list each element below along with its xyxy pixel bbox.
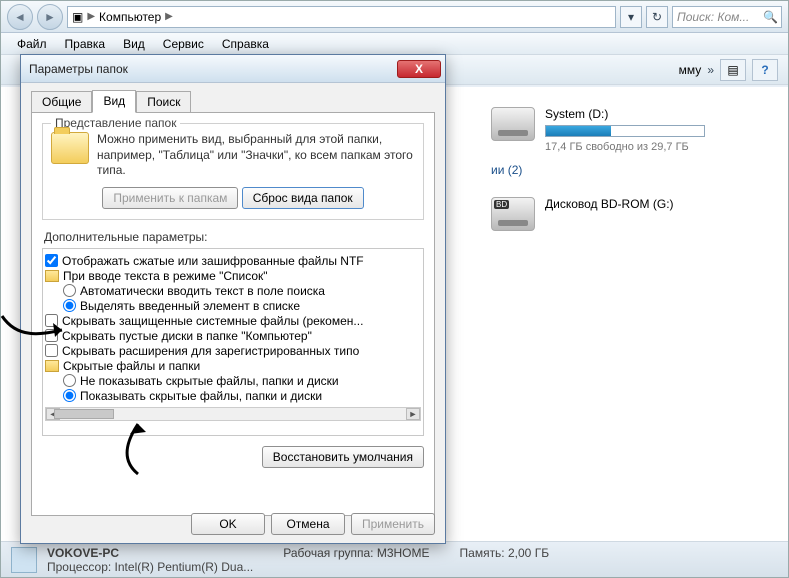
dialog-tabs: Общие Вид Поиск — [21, 83, 445, 112]
setting-label: Скрывать защищенные системные файлы (рек… — [62, 314, 363, 328]
setting-list-typing-select[interactable]: Выделять введенный элемент в списке — [45, 299, 421, 313]
setting-hide-extensions[interactable]: Скрывать расширения для зарегистрированн… — [45, 344, 421, 358]
scroll-right-button[interactable]: ► — [406, 408, 420, 420]
memory-line: Память: 2,00 ГБ — [460, 546, 550, 560]
chevron-right-icon: ▶ — [87, 11, 95, 22]
radio[interactable] — [63, 389, 76, 402]
details-pane: VOKOVE-PC Процессор: Intel(R) Pentium(R)… — [1, 541, 788, 577]
menu-view[interactable]: Вид — [115, 35, 153, 53]
bd-badge: BD — [494, 200, 509, 209]
tab-view[interactable]: Вид — [92, 90, 136, 113]
menu-file[interactable]: Файл — [9, 35, 55, 53]
checkbox[interactable] — [45, 344, 58, 357]
setting-label: При вводе текста в режиме "Список" — [63, 269, 268, 283]
setting-hidden-show[interactable]: Показывать скрытые файлы, папки и диски — [45, 389, 421, 403]
radio[interactable] — [63, 299, 76, 312]
setting-hidden-dont-show[interactable]: Не показывать скрытые файлы, папки и дис… — [45, 374, 421, 388]
menu-tools[interactable]: Сервис — [155, 35, 212, 53]
computer-icon: ▣ — [72, 10, 83, 24]
scroll-thumb[interactable] — [54, 409, 114, 419]
truncated-command-text: мму — [679, 63, 702, 77]
menu-bar: Файл Правка Вид Сервис Справка — [1, 33, 788, 55]
chevron-right-icon: ▶ — [165, 11, 173, 22]
search-input[interactable]: Поиск: Ком... 🔍 — [672, 6, 782, 28]
advanced-settings-label: Дополнительные параметры: — [44, 230, 424, 244]
tab-search[interactable]: Поиск — [136, 91, 191, 113]
group-legend: Представление папок — [51, 116, 180, 130]
folder-icon — [51, 132, 89, 164]
apply-button[interactable]: Применить — [351, 513, 435, 535]
hard-disk-icon — [491, 107, 535, 141]
radio[interactable] — [63, 284, 76, 297]
bdrom-icon: BD — [491, 197, 535, 231]
dialog-buttons: OK Отмена Применить — [191, 513, 435, 535]
drive-item-system[interactable]: System (D:) 17,4 ГБ свободно из 29,7 ГБ — [491, 107, 788, 153]
folder-icon — [45, 270, 59, 282]
menu-help[interactable]: Справка — [214, 35, 277, 53]
nav-forward-button[interactable]: ► — [37, 4, 63, 30]
dialog-title: Параметры папок — [29, 62, 128, 76]
checkbox[interactable] — [45, 314, 58, 327]
refresh-button[interactable]: ↻ — [646, 6, 668, 28]
setting-list-typing-group: При вводе текста в режиме "Список" — [45, 269, 421, 283]
drive-item-bdrom[interactable]: BD Дисковод BD-ROM (G:) — [491, 197, 788, 231]
breadcrumb[interactable]: ▣ ▶ Компьютер ▶ — [67, 6, 616, 28]
folder-views-group: Представление папок Можно применить вид,… — [42, 123, 424, 220]
setting-label: Автоматически вводить текст в поле поиск… — [80, 284, 325, 298]
setting-label: Скрывать расширения для зарегистрированн… — [62, 344, 359, 358]
setting-list-typing-auto[interactable]: Автоматически вводить текст в поле поиск… — [45, 284, 421, 298]
group-description: Можно применить вид, выбранный для этой … — [97, 132, 415, 179]
setting-hide-empty-drives[interactable]: Скрывать пустые диски в папке "Компьютер… — [45, 329, 421, 343]
setting-label: Выделять введенный элемент в списке — [80, 299, 300, 313]
folder-options-dialog: Параметры папок X Общие Вид Поиск Предст… — [20, 54, 446, 544]
cancel-button[interactable]: Отмена — [271, 513, 345, 535]
setting-label: Отображать сжатые или зашифрованные файл… — [62, 254, 364, 268]
close-icon: X — [415, 62, 423, 76]
setting-label: Скрытые файлы и папки — [63, 359, 200, 373]
restore-defaults-button[interactable]: Восстановить умолчания — [262, 446, 424, 468]
drive-name: Дисковод BD-ROM (G:) — [545, 197, 674, 211]
dialog-titlebar[interactable]: Параметры папок X — [21, 55, 445, 83]
radio[interactable] — [63, 374, 76, 387]
setting-hide-protected-os-files[interactable]: Скрывать защищенные системные файлы (рек… — [45, 314, 421, 328]
address-bar: ◄ ► ▣ ▶ Компьютер ▶ ▾ ↻ Поиск: Ком... 🔍 — [1, 1, 788, 33]
workgroup-line: Рабочая группа: M3HOME — [283, 546, 429, 560]
overflow-chevrons-icon[interactable]: » — [707, 63, 714, 77]
breadcrumb-item[interactable]: Компьютер — [99, 10, 161, 24]
setting-label: Показывать скрытые файлы, папки и диски — [80, 389, 322, 403]
view-mode-button[interactable]: ▤ — [720, 59, 746, 81]
reset-folders-button[interactable]: Сброс вида папок — [242, 187, 364, 209]
checkbox[interactable] — [45, 254, 58, 267]
setting-show-encrypted[interactable]: Отображать сжатые или зашифрованные файл… — [45, 254, 421, 268]
checkbox[interactable] — [45, 329, 58, 342]
search-placeholder: Поиск: Ком... — [677, 10, 749, 24]
drive-name: System (D:) — [545, 107, 705, 121]
horizontal-scrollbar[interactable]: ◄ ► — [45, 407, 421, 421]
breadcrumb-dropdown-button[interactable]: ▾ — [620, 6, 642, 28]
tab-pane-view: Представление папок Можно применить вид,… — [31, 112, 435, 516]
tab-general[interactable]: Общие — [31, 91, 92, 113]
menu-edit[interactable]: Правка — [57, 35, 114, 53]
apply-to-folders-button[interactable]: Применить к папкам — [102, 187, 238, 209]
category-header: ии (2) — [491, 163, 788, 177]
nav-back-button[interactable]: ◄ — [7, 4, 33, 30]
folder-icon — [45, 360, 59, 372]
cpu-line: Процессор: Intel(R) Pentium(R) Dua... — [47, 560, 253, 574]
ok-button[interactable]: OK — [191, 513, 265, 535]
search-icon: 🔍 — [763, 10, 778, 24]
close-button[interactable]: X — [397, 60, 441, 78]
setting-hidden-files-group: Скрытые файлы и папки — [45, 359, 421, 373]
help-button[interactable]: ? — [752, 59, 778, 81]
drive-usage-bar — [545, 125, 705, 137]
drive-free-text: 17,4 ГБ свободно из 29,7 ГБ — [545, 141, 705, 153]
setting-label: Не показывать скрытые файлы, папки и дис… — [80, 374, 339, 388]
advanced-settings-list[interactable]: Отображать сжатые или зашифрованные файл… — [42, 248, 424, 436]
computer-icon — [11, 547, 37, 573]
setting-label: Скрывать пустые диски в папке "Компьютер… — [62, 329, 312, 343]
computer-name: VOKOVE-PC — [47, 546, 253, 560]
